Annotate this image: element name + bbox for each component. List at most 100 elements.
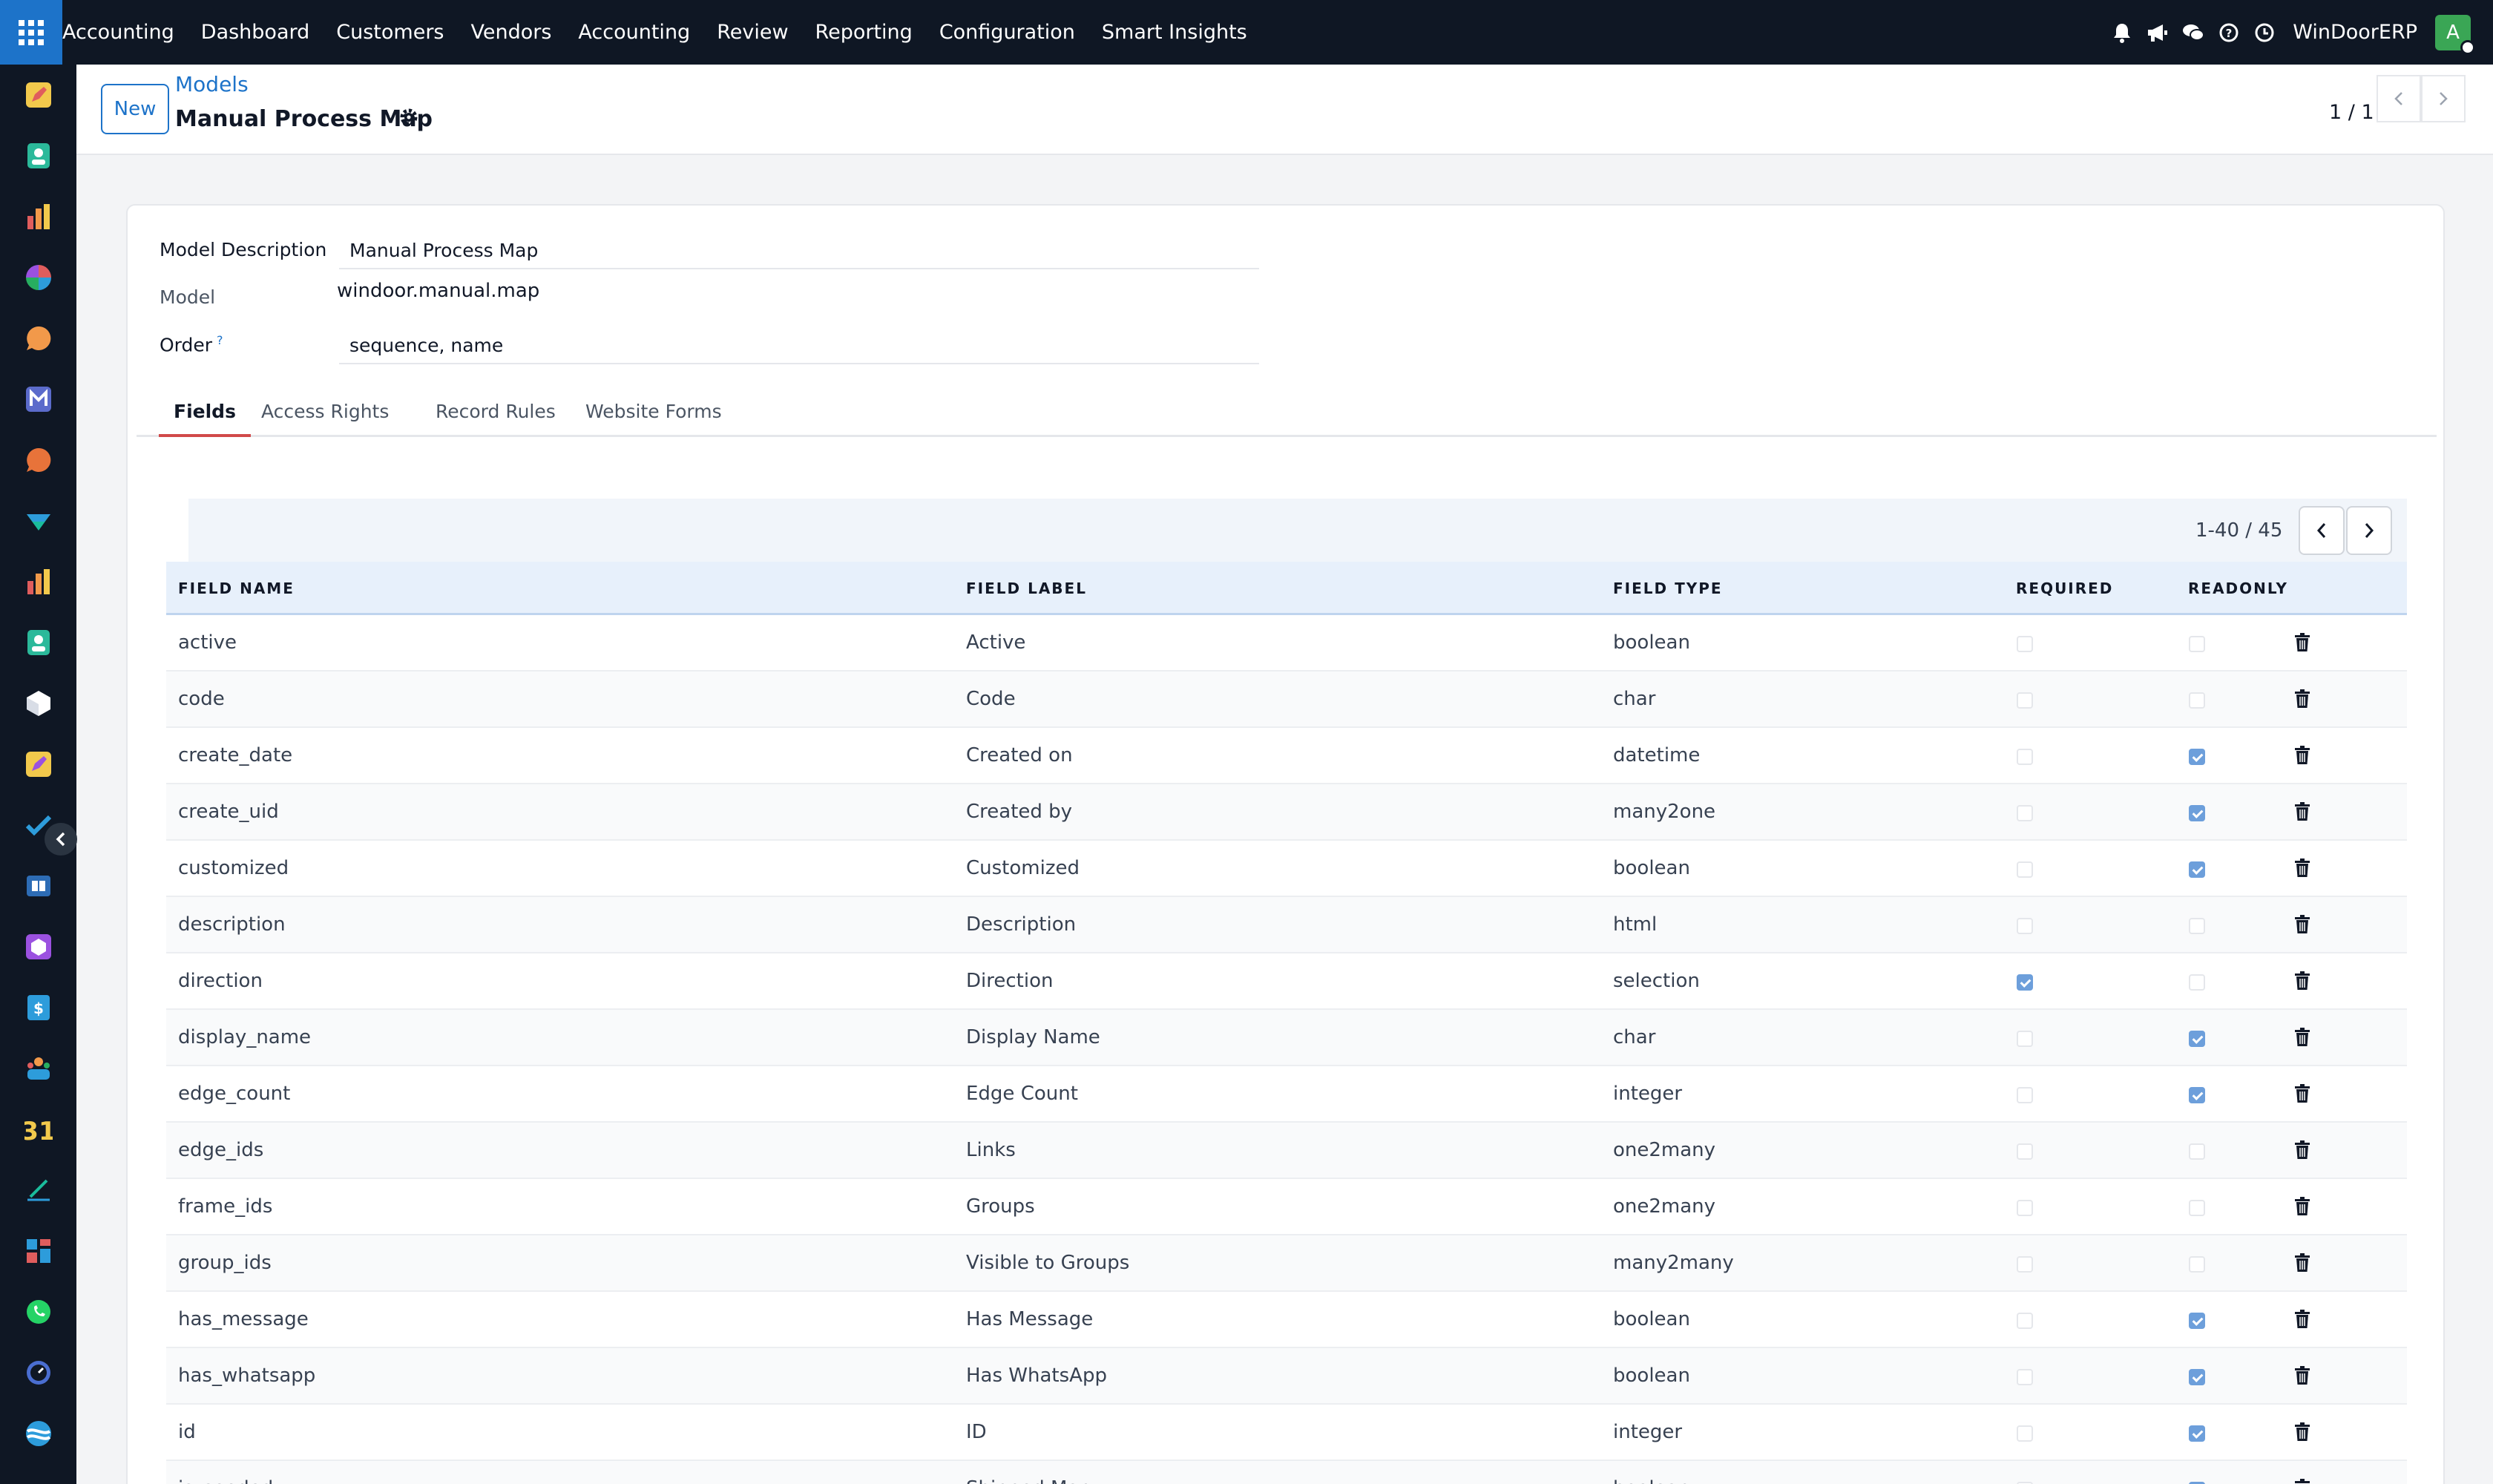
trash-icon[interactable] — [2294, 746, 2310, 765]
readonly-checkbox[interactable] — [2189, 636, 2205, 652]
required-checkbox[interactable] — [2017, 636, 2033, 652]
table-row[interactable]: code Code char — [166, 672, 2407, 728]
menu-reporting[interactable]: Reporting — [802, 0, 926, 65]
readonly-checkbox[interactable] — [2189, 861, 2205, 878]
chat-icon[interactable] — [2175, 0, 2211, 65]
timer-app-icon[interactable] — [24, 1359, 53, 1387]
table-row[interactable]: id ID integer — [166, 1405, 2407, 1461]
megaphone-icon[interactable] — [2140, 0, 2175, 65]
order-field[interactable]: sequence, name — [339, 327, 1259, 364]
column-required[interactable]: REQUIRED — [2016, 562, 2113, 615]
swirl-app-icon[interactable] — [24, 1419, 53, 1448]
trash-icon[interactable] — [2294, 1084, 2310, 1103]
pie-app-icon[interactable] — [24, 263, 53, 292]
readonly-checkbox[interactable] — [2189, 1256, 2205, 1273]
trash-icon[interactable] — [2294, 1422, 2310, 1442]
calendar-app-icon[interactable]: 31 — [24, 1115, 53, 1143]
readonly-checkbox[interactable] — [2189, 1425, 2205, 1442]
menu-configuration[interactable]: Configuration — [926, 0, 1088, 65]
sign-app-icon[interactable] — [24, 1176, 53, 1204]
menu-review[interactable]: Review — [703, 0, 801, 65]
pager-next-button[interactable] — [2421, 75, 2466, 122]
cube-app-icon[interactable] — [24, 933, 53, 961]
required-checkbox[interactable] — [2017, 861, 2033, 878]
required-checkbox[interactable] — [2017, 1369, 2033, 1385]
readonly-checkbox[interactable] — [2189, 1143, 2205, 1160]
required-checkbox[interactable] — [2017, 1313, 2033, 1329]
menu-brand[interactable]: Accounting — [62, 0, 188, 65]
required-checkbox[interactable] — [2017, 1087, 2033, 1103]
menu-dashboard[interactable]: Dashboard — [188, 0, 323, 65]
table-row[interactable]: direction Direction selection — [166, 953, 2407, 1010]
table-row[interactable]: display_name Display Name char — [166, 1010, 2407, 1066]
bell-icon[interactable] — [2104, 0, 2140, 65]
apps-menu-button[interactable] — [0, 0, 62, 65]
trash-icon[interactable] — [2294, 802, 2310, 821]
readonly-checkbox[interactable] — [2189, 918, 2205, 934]
trash-icon[interactable] — [2294, 1310, 2310, 1329]
required-checkbox[interactable] — [2017, 692, 2033, 709]
contacts-app-icon[interactable] — [24, 142, 53, 170]
trash-icon[interactable] — [2294, 858, 2310, 878]
required-checkbox[interactable] — [2017, 1425, 2033, 1442]
readonly-checkbox[interactable] — [2189, 1087, 2205, 1103]
readonly-checkbox[interactable] — [2189, 1313, 2205, 1329]
tab-access-rights[interactable]: Access Rights — [246, 390, 404, 437]
readonly-checkbox[interactable] — [2189, 1200, 2205, 1216]
trash-icon[interactable] — [2294, 1140, 2310, 1160]
readonly-checkbox[interactable] — [2189, 749, 2205, 765]
trash-icon[interactable] — [2294, 915, 2310, 934]
table-row[interactable]: is_seeded Shipped Map boolean — [166, 1461, 2407, 1484]
list-next-button[interactable] — [2346, 506, 2392, 555]
required-checkbox[interactable] — [2017, 1256, 2033, 1273]
invoice-app-icon[interactable]: $ — [24, 994, 53, 1022]
pager-previous-button[interactable] — [2377, 75, 2421, 122]
trash-icon[interactable] — [2294, 971, 2310, 991]
table-row[interactable]: create_date Created on datetime — [166, 728, 2407, 784]
company-name[interactable]: WinDoorERP — [2293, 21, 2417, 44]
contacts2-app-icon[interactable] — [24, 628, 53, 657]
list-pager-value[interactable]: 1-40 / 45 — [2195, 499, 2282, 555]
tab-website-forms[interactable]: Website Forms — [571, 390, 737, 437]
check-app-icon[interactable] — [24, 507, 53, 535]
table-row[interactable]: group_ids Visible to Groups many2many — [166, 1235, 2407, 1292]
readonly-checkbox[interactable] — [2189, 692, 2205, 709]
required-checkbox[interactable] — [2017, 1200, 2033, 1216]
column-field-label[interactable]: FIELD LABEL — [966, 562, 1087, 615]
new-button[interactable]: New — [101, 84, 169, 134]
trash-icon[interactable] — [2294, 1366, 2310, 1385]
bars-app-icon[interactable] — [24, 203, 53, 231]
reports-app-icon[interactable] — [24, 568, 53, 596]
trash-icon[interactable] — [2294, 1253, 2310, 1273]
required-checkbox[interactable] — [2017, 805, 2033, 821]
book-app-icon[interactable] — [24, 872, 53, 900]
model-description-field[interactable]: Manual Process Map — [339, 232, 1259, 269]
table-row[interactable]: edge_count Edge Count integer — [166, 1066, 2407, 1123]
column-field-name[interactable]: FIELD NAME — [178, 562, 295, 615]
trash-icon[interactable] — [2294, 1479, 2310, 1484]
table-row[interactable]: customized Customized boolean — [166, 841, 2407, 897]
menu-vendors[interactable]: Vendors — [457, 0, 565, 65]
trash-icon[interactable] — [2294, 689, 2310, 709]
readonly-checkbox[interactable] — [2189, 974, 2205, 991]
team-app-icon[interactable] — [24, 1054, 53, 1083]
pencil2-app-icon[interactable] — [24, 750, 53, 778]
table-row[interactable]: edge_ids Links one2many — [166, 1123, 2407, 1179]
table-row[interactable]: description Description html — [166, 897, 2407, 953]
readonly-checkbox[interactable] — [2189, 1031, 2205, 1047]
box-app-icon[interactable] — [24, 689, 53, 718]
tab-fields[interactable]: Fields — [159, 390, 251, 437]
mail-app-icon[interactable] — [24, 385, 53, 413]
required-checkbox[interactable] — [2017, 974, 2033, 991]
menu-customers[interactable]: Customers — [323, 0, 457, 65]
chat-app-icon[interactable] — [24, 324, 53, 352]
readonly-checkbox[interactable] — [2189, 1369, 2205, 1385]
pencil-app-icon[interactable] — [24, 81, 53, 109]
trash-icon[interactable] — [2294, 633, 2310, 652]
column-field-type[interactable]: FIELD TYPE — [1613, 562, 1723, 615]
whatsapp-app-icon[interactable] — [24, 1298, 53, 1326]
table-row[interactable]: has_message Has Message boolean — [166, 1292, 2407, 1348]
menu-smart-insights[interactable]: Smart Insights — [1088, 0, 1261, 65]
table-row[interactable]: active Active boolean — [166, 615, 2407, 672]
user-avatar[interactable]: A — [2435, 14, 2475, 55]
